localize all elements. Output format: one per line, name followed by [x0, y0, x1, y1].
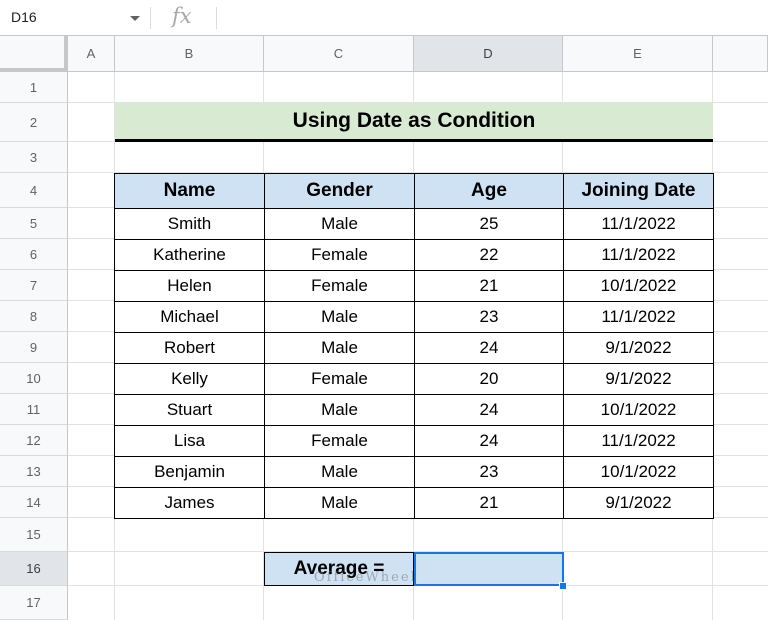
row-header-7[interactable]: 7	[0, 270, 68, 301]
chevron-down-icon[interactable]	[130, 16, 140, 21]
table-row: James Male 21 9/1/2022	[114, 487, 714, 519]
table-row: Katherine Female 22 11/1/2022	[114, 239, 714, 271]
column-header-a[interactable]: A	[68, 36, 115, 72]
fill-handle[interactable]	[559, 582, 567, 590]
column-header-f[interactable]	[713, 36, 768, 72]
header-name[interactable]: Name	[114, 173, 265, 209]
table-row: Smith Male 25 11/1/2022	[114, 208, 714, 240]
row-header-9[interactable]: 9	[0, 332, 68, 363]
cell-name[interactable]: Robert	[114, 332, 265, 364]
row-header-12[interactable]: 12	[0, 425, 68, 456]
cell-joining-date[interactable]: 11/1/2022	[563, 208, 714, 240]
fx-icon: fx	[172, 4, 192, 28]
cell-age[interactable]: 22	[414, 239, 564, 271]
cell-joining-date[interactable]: 9/1/2022	[563, 363, 714, 395]
table-row: Helen Female 21 10/1/2022	[114, 270, 714, 302]
cell-joining-date[interactable]: 11/1/2022	[563, 239, 714, 271]
table-row: Stuart Male 24 10/1/2022	[114, 394, 714, 426]
row-header-16[interactable]: 16	[0, 552, 68, 586]
cell-name[interactable]: Katherine	[114, 239, 265, 271]
cell-age[interactable]: 25	[414, 208, 564, 240]
divider	[216, 7, 217, 29]
cell-name[interactable]: James	[114, 487, 265, 519]
cell-joining-date[interactable]: 10/1/2022	[563, 456, 714, 488]
cell-joining-date[interactable]: 10/1/2022	[563, 394, 714, 426]
row-header-1[interactable]: 1	[0, 72, 68, 103]
cell-name[interactable]: Lisa	[114, 425, 265, 457]
cell-age[interactable]: 24	[414, 332, 564, 364]
row-header-14[interactable]: 14	[0, 487, 68, 518]
cell-age[interactable]: 24	[414, 425, 564, 457]
average-result-cell[interactable]	[414, 552, 564, 586]
cell-joining-date[interactable]: 11/1/2022	[563, 301, 714, 333]
row-header-8[interactable]: 8	[0, 301, 68, 332]
cell-joining-date[interactable]: 9/1/2022	[563, 332, 714, 364]
table-row: Robert Male 24 9/1/2022	[114, 332, 714, 364]
row-header-4[interactable]: 4	[0, 173, 68, 208]
cell-gender[interactable]: Female	[264, 363, 415, 395]
cell-name[interactable]: Benjamin	[114, 456, 265, 488]
header-age[interactable]: Age	[414, 173, 564, 209]
data-table: Name Gender Age Joining Date Smith Male 25…	[114, 173, 714, 519]
cell-name[interactable]: Smith	[114, 208, 265, 240]
table-row: Michael Male 23 11/1/2022	[114, 301, 714, 333]
cell-name[interactable]: Kelly	[114, 363, 265, 395]
sheet-title: Using Date as Condition	[115, 103, 713, 142]
cell-joining-date[interactable]: 11/1/2022	[563, 425, 714, 457]
cell-joining-date[interactable]: 9/1/2022	[563, 487, 714, 519]
cell-gender[interactable]: Male	[264, 301, 415, 333]
cell-gender[interactable]: Female	[264, 270, 415, 302]
row-header-15[interactable]: 15	[0, 518, 68, 552]
formula-bar: D16 fx	[0, 0, 768, 36]
header-gender[interactable]: Gender	[264, 173, 415, 209]
cell-gender[interactable]: Male	[264, 394, 415, 426]
cell-gender[interactable]: Male	[264, 487, 415, 519]
row-header-13[interactable]: 13	[0, 456, 68, 487]
select-all-corner[interactable]	[0, 36, 68, 72]
cell-age[interactable]: 23	[414, 456, 564, 488]
row-header-10[interactable]: 10	[0, 363, 68, 394]
cell-gender[interactable]: Male	[264, 332, 415, 364]
name-box[interactable]: D16	[0, 0, 150, 36]
cell-gender[interactable]: Female	[264, 425, 415, 457]
column-header-c[interactable]: C	[264, 36, 414, 72]
cell-gender[interactable]: Male	[264, 208, 415, 240]
row-header-2[interactable]: 2	[0, 103, 68, 142]
cell-name[interactable]: Stuart	[114, 394, 265, 426]
cell-joining-date[interactable]: 10/1/2022	[563, 270, 714, 302]
watermark-logo: OfficeWheel	[314, 570, 417, 585]
cell-age[interactable]: 20	[414, 363, 564, 395]
table-header-row: Name Gender Age Joining Date	[114, 173, 714, 209]
row-header-5[interactable]: 5	[0, 208, 68, 239]
column-header-d[interactable]: D	[414, 36, 563, 72]
row-header-3[interactable]: 3	[0, 142, 68, 173]
table-row: Lisa Female 24 11/1/2022	[114, 425, 714, 457]
cell-age[interactable]: 21	[414, 487, 564, 519]
header-joining-date[interactable]: Joining Date	[563, 173, 714, 209]
column-header-e[interactable]: E	[563, 36, 713, 72]
column-header-b[interactable]: B	[115, 36, 264, 72]
cell-name[interactable]: Michael	[114, 301, 265, 333]
cell-gender[interactable]: Male	[264, 456, 415, 488]
cell-name[interactable]: Helen	[114, 270, 265, 302]
table-row: Kelly Female 20 9/1/2022	[114, 363, 714, 395]
name-box-value: D16	[11, 9, 37, 25]
table-row: Benjamin Male 23 10/1/2022	[114, 456, 714, 488]
divider	[150, 7, 151, 29]
row-header-17[interactable]: 17	[0, 586, 68, 620]
cell-age[interactable]: 24	[414, 394, 564, 426]
cell-gender[interactable]: Female	[264, 239, 415, 271]
cell-age[interactable]: 23	[414, 301, 564, 333]
row-header-6[interactable]: 6	[0, 239, 68, 270]
row-header-11[interactable]: 11	[0, 394, 68, 425]
cell-age[interactable]: 21	[414, 270, 564, 302]
